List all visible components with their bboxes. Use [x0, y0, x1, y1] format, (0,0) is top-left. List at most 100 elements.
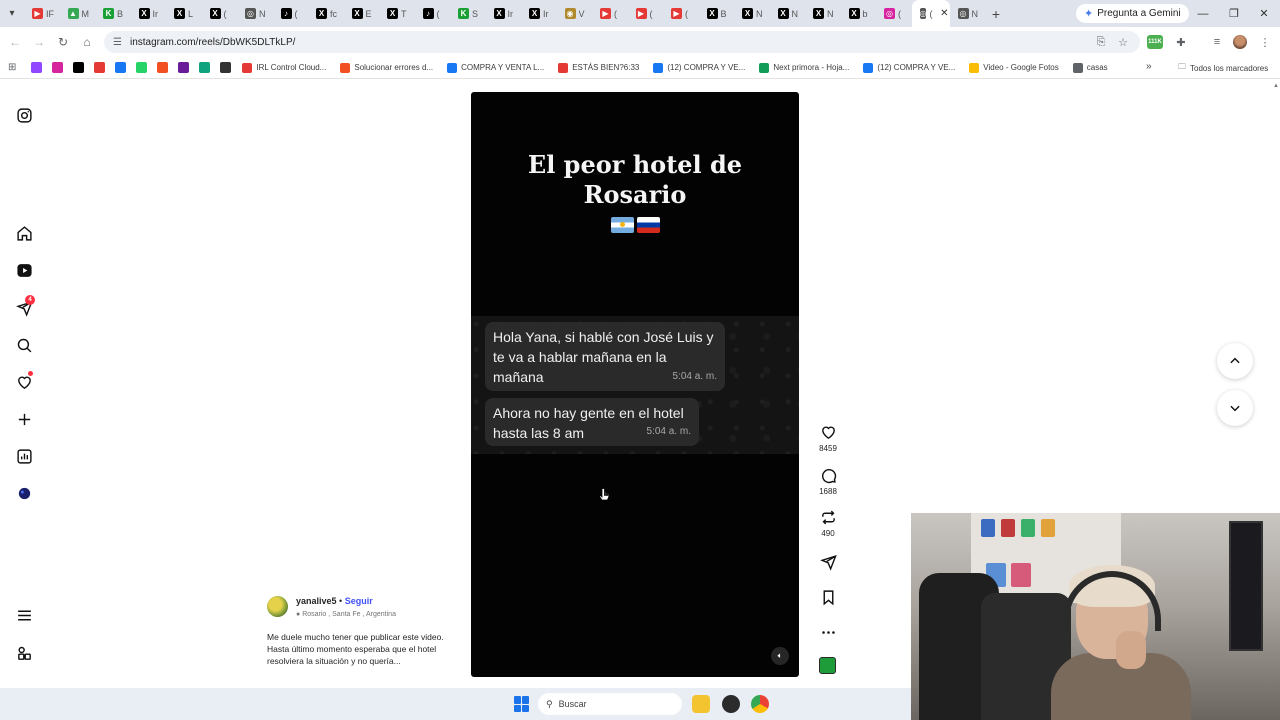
- author-avatar[interactable]: [267, 596, 288, 617]
- browser-tab[interactable]: ♪(: [273, 0, 309, 27]
- home-nav-icon[interactable]: [14, 223, 34, 243]
- create-plus-icon[interactable]: [14, 409, 34, 429]
- browser-tab[interactable]: XN: [770, 0, 806, 27]
- extensions-puzzle-icon[interactable]: ✚: [1172, 33, 1190, 51]
- minimize-icon[interactable]: —: [1187, 0, 1219, 27]
- obs-app-icon[interactable]: [722, 695, 740, 713]
- bookmark-item[interactable]: COMPRA Y VENTA L...: [447, 62, 544, 73]
- also-from-meta-icon[interactable]: [14, 643, 34, 663]
- profile-avatar[interactable]: [1231, 33, 1249, 51]
- tab-close-icon[interactable]: ✕: [940, 8, 948, 19]
- new-tab-button[interactable]: +: [985, 6, 1007, 22]
- browser-tab[interactable]: ◎ N: [237, 0, 273, 27]
- browser-tab[interactable]: X Ir: [131, 0, 167, 27]
- browser-tab[interactable]: Xfc: [308, 0, 344, 27]
- bookmark-favicon-icon[interactable]: [73, 62, 85, 73]
- comment-action[interactable]: 1688: [815, 467, 841, 496]
- address-bar[interactable]: ☰ instagram.com/reels/DbWK5DLTkLP/: [104, 31, 1140, 53]
- browser-tab[interactable]: XE: [344, 0, 380, 27]
- bookmark-favicon-icon[interactable]: [94, 62, 106, 73]
- browser-tab[interactable]: Xb: [841, 0, 877, 27]
- gemini-button[interactable]: ✦ Pregunta a Gemini: [1076, 4, 1189, 23]
- mute-toggle-icon[interactable]: 🔈︎: [771, 647, 789, 665]
- reels-nav-icon[interactable]: [14, 260, 34, 280]
- browser-tab[interactable]: ◎ N: [950, 0, 986, 27]
- post-caption[interactable]: Me duele mucho tener que publicar este v…: [267, 631, 451, 667]
- bookmark-item[interactable]: (12) COMPRA Y VE...: [653, 62, 745, 73]
- next-reel-button[interactable]: [1217, 390, 1253, 426]
- media-controls-icon[interactable]: ≡: [1208, 33, 1226, 51]
- messages-nav-icon[interactable]: 4: [14, 295, 35, 318]
- browser-tab[interactable]: XN: [734, 0, 770, 27]
- chrome-menu-icon[interactable]: ⋮: [1256, 33, 1274, 51]
- extension-icon[interactable]: 111K: [1146, 33, 1164, 51]
- bookmark-item[interactable]: IRL Control Cloud...: [242, 62, 326, 73]
- bookmark-item[interactable]: ESTÁS BIEN?6:33: [558, 62, 639, 73]
- bookmark-star-icon[interactable]: ☆: [1114, 33, 1132, 51]
- browser-tab[interactable]: ♪(: [415, 0, 451, 27]
- browser-tab[interactable]: ◎(: [876, 0, 912, 27]
- bookmark-item[interactable]: (12) COMPRA Y VE...: [863, 62, 955, 73]
- search-nav-icon[interactable]: [14, 335, 34, 355]
- browser-tab[interactable]: X(: [202, 0, 238, 27]
- bookmark-favicon-icon[interactable]: [178, 62, 190, 73]
- more-menu-icon[interactable]: [14, 605, 34, 625]
- windows-start-icon[interactable]: [514, 696, 530, 712]
- browser-tab[interactable]: ▶(: [592, 0, 628, 27]
- browser-tab[interactable]: ▲ M: [60, 0, 96, 27]
- browser-tab[interactable]: XT: [379, 0, 415, 27]
- tab-active[interactable]: ◎(✕: [911, 0, 950, 27]
- like-action[interactable]: 8459: [815, 424, 841, 453]
- browser-tab[interactable]: ▶ IF: [24, 0, 60, 27]
- chrome-app-icon[interactable]: [751, 695, 769, 713]
- bookmark-favicon-icon[interactable]: [157, 62, 169, 73]
- audio-thumbnail[interactable]: [819, 657, 836, 674]
- browser-tab[interactable]: ▶(: [628, 0, 664, 27]
- profile-nav-avatar[interactable]: [14, 483, 34, 503]
- browser-tab[interactable]: XB: [699, 0, 735, 27]
- bookmark-item[interactable]: Solucionar errores d...: [340, 62, 433, 73]
- bookmark-favicon-icon[interactable]: [199, 62, 211, 73]
- dashboard-icon[interactable]: [14, 446, 34, 466]
- more-options-icon[interactable]: [815, 624, 841, 641]
- browser-tab[interactable]: KB: [95, 0, 131, 27]
- repost-action[interactable]: 490: [815, 509, 841, 538]
- author-username[interactable]: yanalive5: [296, 596, 337, 606]
- scroll-up-icon[interactable]: ▲: [1272, 80, 1280, 92]
- bookmark-favicon-icon[interactable]: [115, 62, 127, 73]
- follow-button[interactable]: Seguir: [345, 596, 373, 606]
- all-bookmarks-folder[interactable]: 🗀 Todos los marcadores: [1178, 61, 1268, 75]
- browser-tab[interactable]: XL: [166, 0, 202, 27]
- home-icon[interactable]: ⌂: [78, 33, 96, 51]
- browser-tab[interactable]: ▶(: [663, 0, 699, 27]
- close-window-icon[interactable]: ✕: [1248, 0, 1280, 27]
- bookmark-favicon-icon[interactable]: [31, 62, 43, 73]
- restore-icon[interactable]: ❐: [1218, 0, 1250, 27]
- notifications-heart-icon[interactable]: [14, 371, 34, 392]
- browser-tab[interactable]: X Ir: [521, 0, 557, 27]
- bookmark-item[interactable]: Video - Google Fotos: [969, 62, 1059, 73]
- bookmark-item[interactable]: casas: [1072, 62, 1108, 73]
- reload-icon[interactable]: ↻: [54, 33, 72, 51]
- tab-search-icon[interactable]: ▾: [0, 0, 24, 27]
- taskbar-search[interactable]: ⚲ Buscar: [538, 693, 682, 715]
- more-bookmarks-icon[interactable]: »: [1146, 61, 1152, 72]
- forward-icon[interactable]: →: [30, 33, 48, 51]
- share-action[interactable]: [815, 554, 841, 571]
- save-action[interactable]: [815, 589, 841, 606]
- back-icon[interactable]: ←: [6, 33, 24, 51]
- browser-tab[interactable]: X Ir: [486, 0, 522, 27]
- browser-tab[interactable]: ◉ V: [557, 0, 593, 27]
- browser-tab[interactable]: KS: [450, 0, 486, 27]
- reel-video[interactable]: El peor hotel de Rosario Hola Yana, si h…: [471, 92, 799, 677]
- install-app-icon[interactable]: ⎘: [1092, 33, 1110, 51]
- file-explorer-icon[interactable]: [692, 695, 710, 713]
- browser-tab[interactable]: XN: [805, 0, 841, 27]
- site-info-icon[interactable]: ☰: [113, 37, 122, 48]
- bookmark-favicon-icon[interactable]: [136, 62, 148, 73]
- instagram-logo-icon[interactable]: [14, 105, 34, 125]
- bookmark-item[interactable]: Next primora - Hoja...: [759, 62, 849, 73]
- apps-grid-icon[interactable]: ⊞: [8, 62, 16, 73]
- bookmark-favicon-icon[interactable]: [52, 62, 64, 73]
- previous-reel-button[interactable]: [1217, 343, 1253, 379]
